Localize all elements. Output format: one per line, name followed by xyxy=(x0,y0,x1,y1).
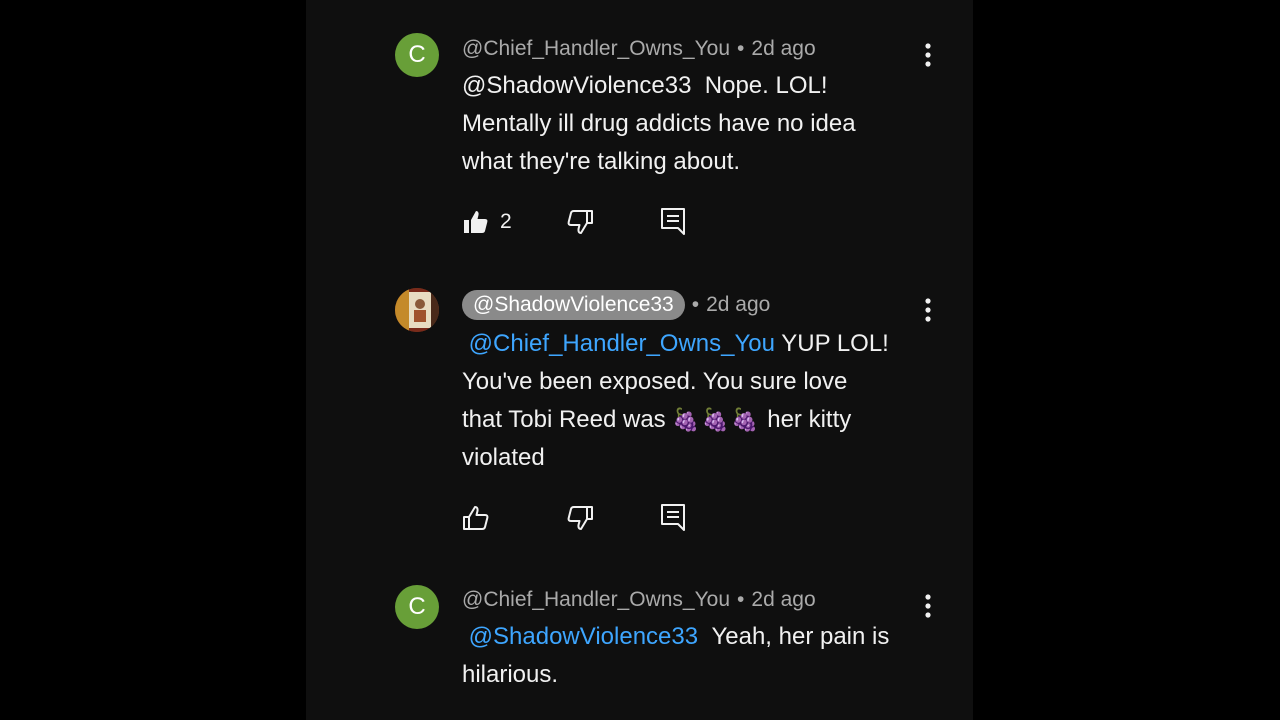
comment-line: Mentally ill drug addicts have no idea xyxy=(462,110,856,137)
avatar-letter: C xyxy=(408,593,426,620)
comment-text: @ShadowViolence33 Nope. LOL! Mentally il… xyxy=(462,67,932,181)
avatar[interactable]: C xyxy=(395,33,439,77)
thumbs-down-icon xyxy=(566,208,594,236)
author-name[interactable]: @Chief_Handler_Owns_You xyxy=(462,588,730,612)
comment-line: @ShadowViolence33 Nope. LOL! xyxy=(462,67,932,105)
comment-text: @Chief_Handler_Owns_You YUP LOL! You've … xyxy=(462,325,932,477)
grapes-emoji: 🍇🍇🍇 xyxy=(672,407,761,432)
thumbs-down-icon xyxy=(566,504,594,532)
reply-icon xyxy=(660,207,686,237)
comment-timestamp[interactable]: 2d ago xyxy=(706,293,770,317)
separator-dot: • xyxy=(737,37,745,60)
author-name-chip[interactable]: @ShadowViolence33 xyxy=(462,290,685,320)
comment-line: hilarious. xyxy=(462,661,559,688)
comment-actions: 2 xyxy=(462,207,722,237)
comment-text-segment: Nope. LOL! xyxy=(704,72,828,99)
comment-text-segment: Yeah, her pain is xyxy=(711,623,890,650)
reply-button[interactable] xyxy=(660,503,686,533)
author-name[interactable]: @Chief_Handler_Owns_You xyxy=(462,37,730,61)
dislike-button[interactable] xyxy=(566,503,594,533)
comment-timestamp[interactable]: 2d ago xyxy=(751,37,815,61)
comment-line: You've been exposed. You sure love xyxy=(462,368,848,395)
comment-line: violated xyxy=(462,444,545,471)
comment-header: @Chief_Handler_Owns_You • 2d ago xyxy=(462,583,816,617)
comment-text-segment: that Tobi Reed was xyxy=(462,406,666,433)
kebab-menu-icon[interactable] xyxy=(916,592,940,620)
comment-line: @Chief_Handler_Owns_You YUP LOL! xyxy=(462,325,932,363)
mention-link[interactable]: @ShadowViolence33 xyxy=(469,623,698,650)
comment-text-segment: her kitty xyxy=(767,406,852,433)
comment-timestamp[interactable]: 2d ago xyxy=(751,588,815,612)
dislike-button[interactable] xyxy=(566,207,594,237)
photo-avatar-icon xyxy=(395,288,439,332)
comment-line: @ShadowViolence33 Yeah, her pain is xyxy=(462,618,932,656)
avatar[interactable] xyxy=(395,288,439,332)
kebab-menu-icon[interactable] xyxy=(916,41,940,69)
comment-text: @ShadowViolence33 Yeah, her pain is hila… xyxy=(462,618,932,694)
avatar[interactable]: C xyxy=(395,585,439,629)
thumbs-up-filled-icon xyxy=(462,208,490,236)
mention-link[interactable]: @ShadowViolence33 xyxy=(462,72,691,99)
comment-line: that Tobi Reed was 🍇🍇🍇 her kitty xyxy=(462,401,932,439)
avatar-letter: C xyxy=(408,41,426,68)
reply-button[interactable] xyxy=(660,207,686,237)
like-button[interactable] xyxy=(462,503,490,533)
comment-text-segment: YUP LOL! xyxy=(781,330,889,357)
like-button[interactable]: 2 xyxy=(462,207,512,237)
comment-header: @ShadowViolence33 • 2d ago xyxy=(462,288,770,322)
mention-link[interactable]: @Chief_Handler_Owns_You xyxy=(469,330,775,357)
comment-header: @Chief_Handler_Owns_You • 2d ago xyxy=(462,32,816,66)
thumbs-up-outline-icon xyxy=(462,504,490,532)
like-count: 2 xyxy=(500,210,512,233)
reply-icon xyxy=(660,503,686,533)
comment-actions xyxy=(462,503,722,533)
separator-dot: • xyxy=(737,588,745,611)
comments-panel: C @Chief_Handler_Owns_You • 2d ago @Shad… xyxy=(306,0,973,720)
kebab-menu-icon[interactable] xyxy=(916,296,940,324)
comment-line: what they're talking about. xyxy=(462,148,741,175)
video-frame: C @Chief_Handler_Owns_You • 2d ago @Shad… xyxy=(0,0,1280,720)
separator-dot: • xyxy=(691,293,700,316)
